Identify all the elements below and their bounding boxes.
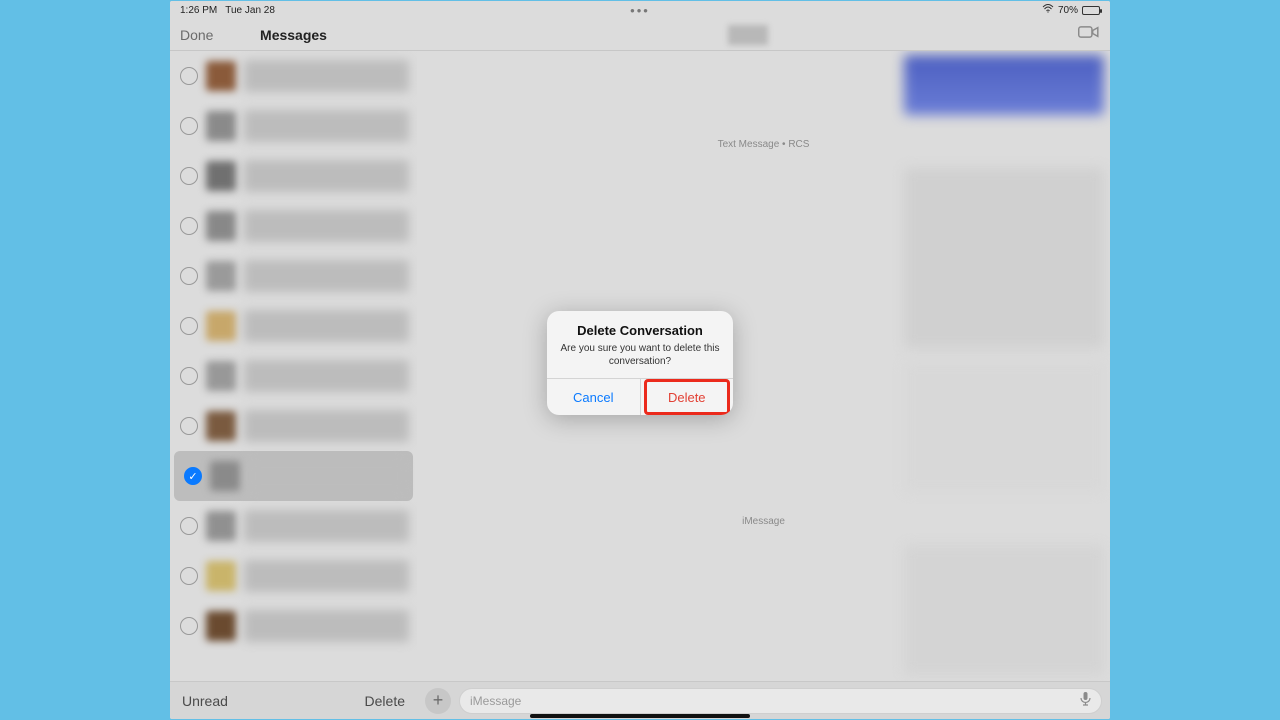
app-header: Done Messages [170, 19, 1110, 51]
avatar-redacted [206, 161, 236, 191]
battery-icon [1082, 6, 1100, 15]
message-protocol-label: iMessage [423, 516, 1104, 527]
delete-selected-button[interactable]: Delete [365, 693, 405, 709]
conversation-row[interactable] [170, 551, 417, 601]
message-image-redacted[interactable] [904, 545, 1104, 675]
conversation-row[interactable] [170, 351, 417, 401]
add-attachment-button[interactable]: + [425, 688, 451, 714]
avatar-redacted [206, 611, 236, 641]
conversation-preview-redacted [244, 410, 409, 442]
select-radio[interactable] [180, 367, 198, 385]
conversation-preview-redacted [244, 60, 409, 92]
wifi-icon [1042, 4, 1054, 16]
select-radio[interactable] [180, 167, 198, 185]
message-protocol-label: Text Message • RCS [423, 139, 1104, 150]
conversation-preview-redacted [248, 460, 405, 492]
home-indicator[interactable] [530, 714, 750, 718]
conversation-preview-redacted [244, 510, 409, 542]
select-radio[interactable] [180, 117, 198, 135]
select-radio[interactable] [180, 267, 198, 285]
multitask-dots-icon[interactable]: ••• [630, 3, 650, 18]
avatar-redacted [206, 111, 236, 141]
conversation-row[interactable] [170, 601, 417, 651]
conversation-preview-redacted [244, 110, 409, 142]
avatar-redacted [206, 61, 236, 91]
conversation-preview-redacted [244, 310, 409, 342]
dialog-title: Delete Conversation [557, 323, 723, 338]
dialog-message: Are you sure you want to delete this con… [557, 342, 723, 368]
select-radio[interactable] [180, 67, 198, 85]
message-image-redacted[interactable] [904, 362, 1104, 492]
conversation-row[interactable] [170, 201, 417, 251]
avatar-redacted [206, 211, 236, 241]
sidebar-footer: Unread Delete [170, 681, 417, 719]
conversation-preview-redacted [244, 260, 409, 292]
select-radio[interactable] [180, 617, 198, 635]
conversation-preview-redacted [244, 160, 409, 192]
select-radio[interactable] [180, 417, 198, 435]
conversation-row[interactable] [170, 151, 417, 201]
done-button[interactable]: Done [180, 27, 213, 43]
compose-bar: + iMessage [417, 681, 1110, 719]
status-date: Tue Jan 28 [225, 5, 275, 16]
unread-filter-button[interactable]: Unread [182, 693, 228, 709]
select-radio[interactable] [180, 567, 198, 585]
avatar-redacted [206, 411, 236, 441]
message-image-redacted[interactable] [904, 168, 1104, 348]
page-title: Messages [260, 27, 327, 43]
conversation-preview-redacted [244, 610, 409, 642]
conversation-row[interactable] [170, 51, 417, 101]
avatar-redacted [206, 311, 236, 341]
battery-percent: 70% [1058, 5, 1078, 16]
conversation-preview-redacted [244, 360, 409, 392]
ipad-screen: 1:26 PM Tue Jan 28 ••• 70% Done Messages… [170, 1, 1110, 719]
status-time: 1:26 PM [180, 5, 217, 16]
select-radio[interactable] [180, 217, 198, 235]
contact-name-redacted[interactable] [728, 25, 768, 45]
dictation-icon[interactable] [1080, 692, 1091, 709]
message-input[interactable]: iMessage [459, 688, 1102, 714]
conversation-row[interactable] [170, 501, 417, 551]
annotation-highlight: Delete [644, 379, 730, 415]
message-image-redacted[interactable] [904, 55, 1104, 115]
conversation-row[interactable] [170, 251, 417, 301]
conversation-list[interactable] [170, 51, 417, 681]
conversation-pane: Text Message • RCS iMessage [417, 51, 1110, 681]
conversation-row[interactable] [170, 401, 417, 451]
conversation-row[interactable] [170, 301, 417, 351]
avatar-redacted [206, 511, 236, 541]
delete-confirmation-dialog: Delete Conversation Are you sure you wan… [547, 311, 733, 415]
conversation-row[interactable] [170, 101, 417, 151]
facetime-icon[interactable] [1078, 24, 1110, 45]
status-bar: 1:26 PM Tue Jan 28 ••• 70% [170, 1, 1110, 19]
conversation-row[interactable] [174, 451, 413, 501]
conversation-preview-redacted [244, 210, 409, 242]
avatar-redacted [210, 461, 240, 491]
avatar-redacted [206, 561, 236, 591]
message-placeholder: iMessage [470, 694, 521, 708]
select-radio[interactable] [184, 467, 202, 485]
select-radio[interactable] [180, 317, 198, 335]
conversation-preview-redacted [244, 560, 409, 592]
cancel-button[interactable]: Cancel [547, 379, 641, 415]
avatar-redacted [206, 261, 236, 291]
select-radio[interactable] [180, 517, 198, 535]
avatar-redacted [206, 361, 236, 391]
confirm-delete-button[interactable]: Delete [647, 382, 727, 412]
